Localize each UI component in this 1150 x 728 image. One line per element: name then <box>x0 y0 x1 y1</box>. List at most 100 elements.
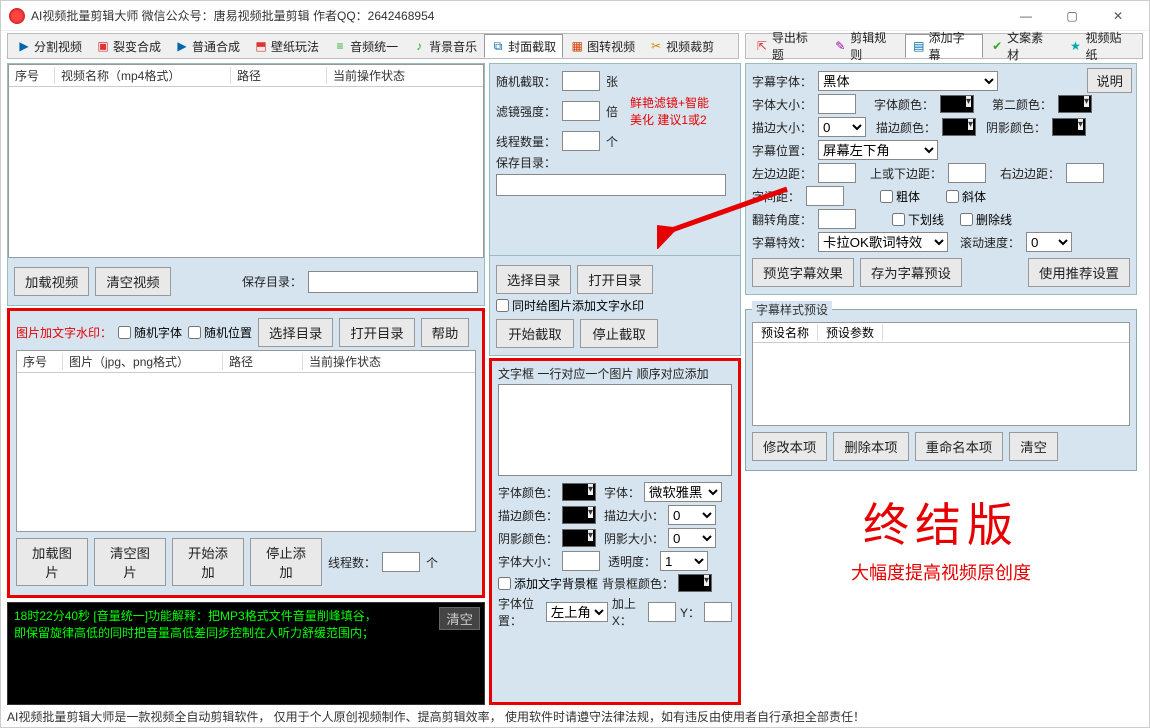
bold-checkbox[interactable]: 粗体 <box>880 188 920 205</box>
margin-top-input[interactable] <box>948 163 986 183</box>
bg-color-picker[interactable] <box>678 574 712 592</box>
sub-shadow-color[interactable] <box>1052 118 1086 136</box>
tab-背景音乐[interactable]: ♪背景音乐 <box>405 34 484 58</box>
random-pos-checkbox[interactable]: 随机位置 <box>188 324 252 341</box>
font-color-picker[interactable] <box>562 483 596 501</box>
fx-select[interactable]: 卡拉OK歌词特效 <box>818 232 948 252</box>
maximize-button[interactable]: ▢ <box>1049 1 1095 31</box>
sub-font-select[interactable]: 黑体 <box>818 71 998 91</box>
bgbox-checkbox[interactable]: 添加文字背景框 <box>498 575 598 592</box>
threads-input[interactable] <box>382 552 420 572</box>
savedir-input[interactable] <box>308 271 478 293</box>
mid-selectdir-button[interactable]: 选择目录 <box>496 265 571 294</box>
save-preset-button[interactable]: 存为字幕预设 <box>860 258 962 287</box>
preset-clear-button[interactable]: 清空 <box>1009 432 1058 461</box>
preview-sub-button[interactable]: 预览字幕效果 <box>752 258 854 287</box>
random-font-checkbox[interactable]: 随机字体 <box>118 324 182 341</box>
video-grid[interactable]: 序号 视频名称（mp4格式） 路径 当前操作状态 <box>8 64 484 258</box>
italic-checkbox[interactable]: 斜体 <box>946 188 986 205</box>
opacity-select[interactable]: 1 <box>660 551 708 571</box>
minimize-button[interactable]: — <box>1003 1 1049 31</box>
tab-导出标题[interactable]: ⇱导出标题 <box>748 34 826 58</box>
use-rec-button[interactable]: 使用推荐设置 <box>1028 258 1130 287</box>
stroke-size-select[interactable]: 0 <box>668 505 716 525</box>
video-panel: 序号 视频名称（mp4格式） 路径 当前操作状态 加载视频 清空视频 保存目录： <box>7 63 485 306</box>
tab-文案素材[interactable]: ✔文案素材 <box>983 34 1061 58</box>
titlebar: AI视频批量剪辑大师 微信公众号：唐易视频批量剪辑 作者QQ：264246895… <box>1 1 1149 31</box>
addy-input[interactable] <box>704 602 732 622</box>
preset-grid[interactable]: 预设名称预设参数 <box>752 322 1130 426</box>
stop-capture-button[interactable]: 停止截取 <box>580 319 658 348</box>
剪辑规则-icon: ✎ <box>833 39 847 53</box>
tab-壁纸玩法[interactable]: ⬒壁纸玩法 <box>247 34 326 58</box>
preset-delete-button[interactable]: 删除本项 <box>833 432 908 461</box>
tab-图转视频[interactable]: ▦图转视频 <box>563 34 642 58</box>
sub-pos-select[interactable]: 屏幕左下角 <box>818 140 938 160</box>
普通合成-icon: ▶ <box>175 39 189 53</box>
text-lines-input[interactable] <box>498 384 732 476</box>
图转视频-icon: ▦ <box>570 39 584 53</box>
start-add-button[interactable]: 开始添加 <box>172 538 244 586</box>
subtitle-panel: 说明 字幕字体：黑体 字体大小： 字体颜色： 第二颜色： 描边大小：0 描边颜色… <box>745 63 1137 295</box>
sub-stroke-color[interactable] <box>942 118 976 136</box>
tab-视频贴纸[interactable]: ★视频贴纸 <box>1062 34 1140 58</box>
shadow-color-picker[interactable] <box>562 529 596 547</box>
rotate-input[interactable] <box>818 209 856 229</box>
log-clear-button[interactable]: 清空 <box>439 607 480 630</box>
tab-添加字幕[interactable]: ▤添加字幕 <box>905 34 983 58</box>
tab-封面截取[interactable]: ⧉封面截取 <box>484 34 563 58</box>
strikeout-checkbox[interactable]: 删除线 <box>960 211 1012 228</box>
mid-savedir-input[interactable] <box>496 174 726 196</box>
sub-stroke-size[interactable]: 0 <box>818 117 866 137</box>
load-image-button[interactable]: 加载图片 <box>16 538 88 586</box>
underline-checkbox[interactable]: 下划线 <box>892 211 944 228</box>
tab-剪辑规则[interactable]: ✎剪辑规则 <box>826 34 904 58</box>
wm-selectdir-button[interactable]: 选择目录 <box>258 318 333 347</box>
scroll-speed-select[interactable]: 0 <box>1026 232 1072 252</box>
col2-name: 图片（jpg、png格式） <box>63 353 223 370</box>
thread-input[interactable] <box>562 131 600 151</box>
tab-普通合成[interactable]: ▶普通合成 <box>168 34 247 58</box>
font-select[interactable]: 微软雅黑 <box>644 482 722 502</box>
start-capture-button[interactable]: 开始截取 <box>496 319 574 348</box>
font-size-input[interactable] <box>562 551 600 571</box>
sub-font-color[interactable] <box>940 95 974 113</box>
sub-color2[interactable] <box>1058 95 1092 113</box>
col2-path: 路径 <box>223 353 303 370</box>
position-select[interactable]: 左上角 <box>546 602 608 622</box>
preset-modify-button[interactable]: 修改本项 <box>752 432 827 461</box>
clear-video-button[interactable]: 清空视频 <box>95 267 170 296</box>
shadow-size-select[interactable]: 0 <box>668 528 716 548</box>
wm-opendir-button[interactable]: 打开目录 <box>339 318 414 347</box>
rand-cap-input[interactable] <box>562 71 600 91</box>
close-button[interactable]: ✕ <box>1095 1 1141 31</box>
wm-help-button[interactable]: 帮助 <box>421 318 470 347</box>
margin-left-input[interactable] <box>818 163 856 183</box>
裂变合成-icon: ▣ <box>96 39 110 53</box>
filter-label: 滤镜强度： <box>496 103 556 120</box>
sub-fontsize-input[interactable] <box>818 94 856 114</box>
filter-input[interactable] <box>562 101 600 121</box>
mid-opendir-button[interactable]: 打开目录 <box>577 265 652 294</box>
stop-add-button[interactable]: 停止添加 <box>250 538 322 586</box>
margin-right-input[interactable] <box>1066 163 1104 183</box>
left-tabstrip: ▶分割视频▣裂变合成▶普通合成⬒壁纸玩法≡音频统一♪背景音乐⧉封面截取▦图转视频… <box>7 33 739 59</box>
footer-text: AI视频批量剪辑大师是一款视频全自动剪辑软件， 仅用于个人原创视频制作、提高剪辑… <box>7 708 1143 725</box>
threads-label: 线程数： <box>328 554 376 571</box>
rand-cap-label: 随机截取： <box>496 73 556 90</box>
image-grid[interactable]: 序号 图片（jpg、png格式） 路径 当前操作状态 <box>16 350 476 532</box>
preset-rename-button[interactable]: 重命名本项 <box>915 432 1004 461</box>
explain-button[interactable]: 说明 <box>1087 68 1132 93</box>
preset-legend: 字幕样式预设 <box>752 301 832 318</box>
wm-same-time-checkbox[interactable]: 同时给图片添加文字水印 <box>496 297 644 314</box>
load-video-button[interactable]: 加载视频 <box>14 267 89 296</box>
tab-音频统一[interactable]: ≡音频统一 <box>326 34 405 58</box>
addx-input[interactable] <box>648 602 676 622</box>
tab-视频裁剪[interactable]: ✂视频裁剪 <box>642 34 721 58</box>
col2-index: 序号 <box>17 353 63 370</box>
tab-分割视频[interactable]: ▶分割视频 <box>10 34 89 58</box>
stroke-color-picker[interactable] <box>562 506 596 524</box>
clear-image-button[interactable]: 清空图片 <box>94 538 166 586</box>
letter-spacing-input[interactable] <box>806 186 844 206</box>
tab-裂变合成[interactable]: ▣裂变合成 <box>89 34 168 58</box>
